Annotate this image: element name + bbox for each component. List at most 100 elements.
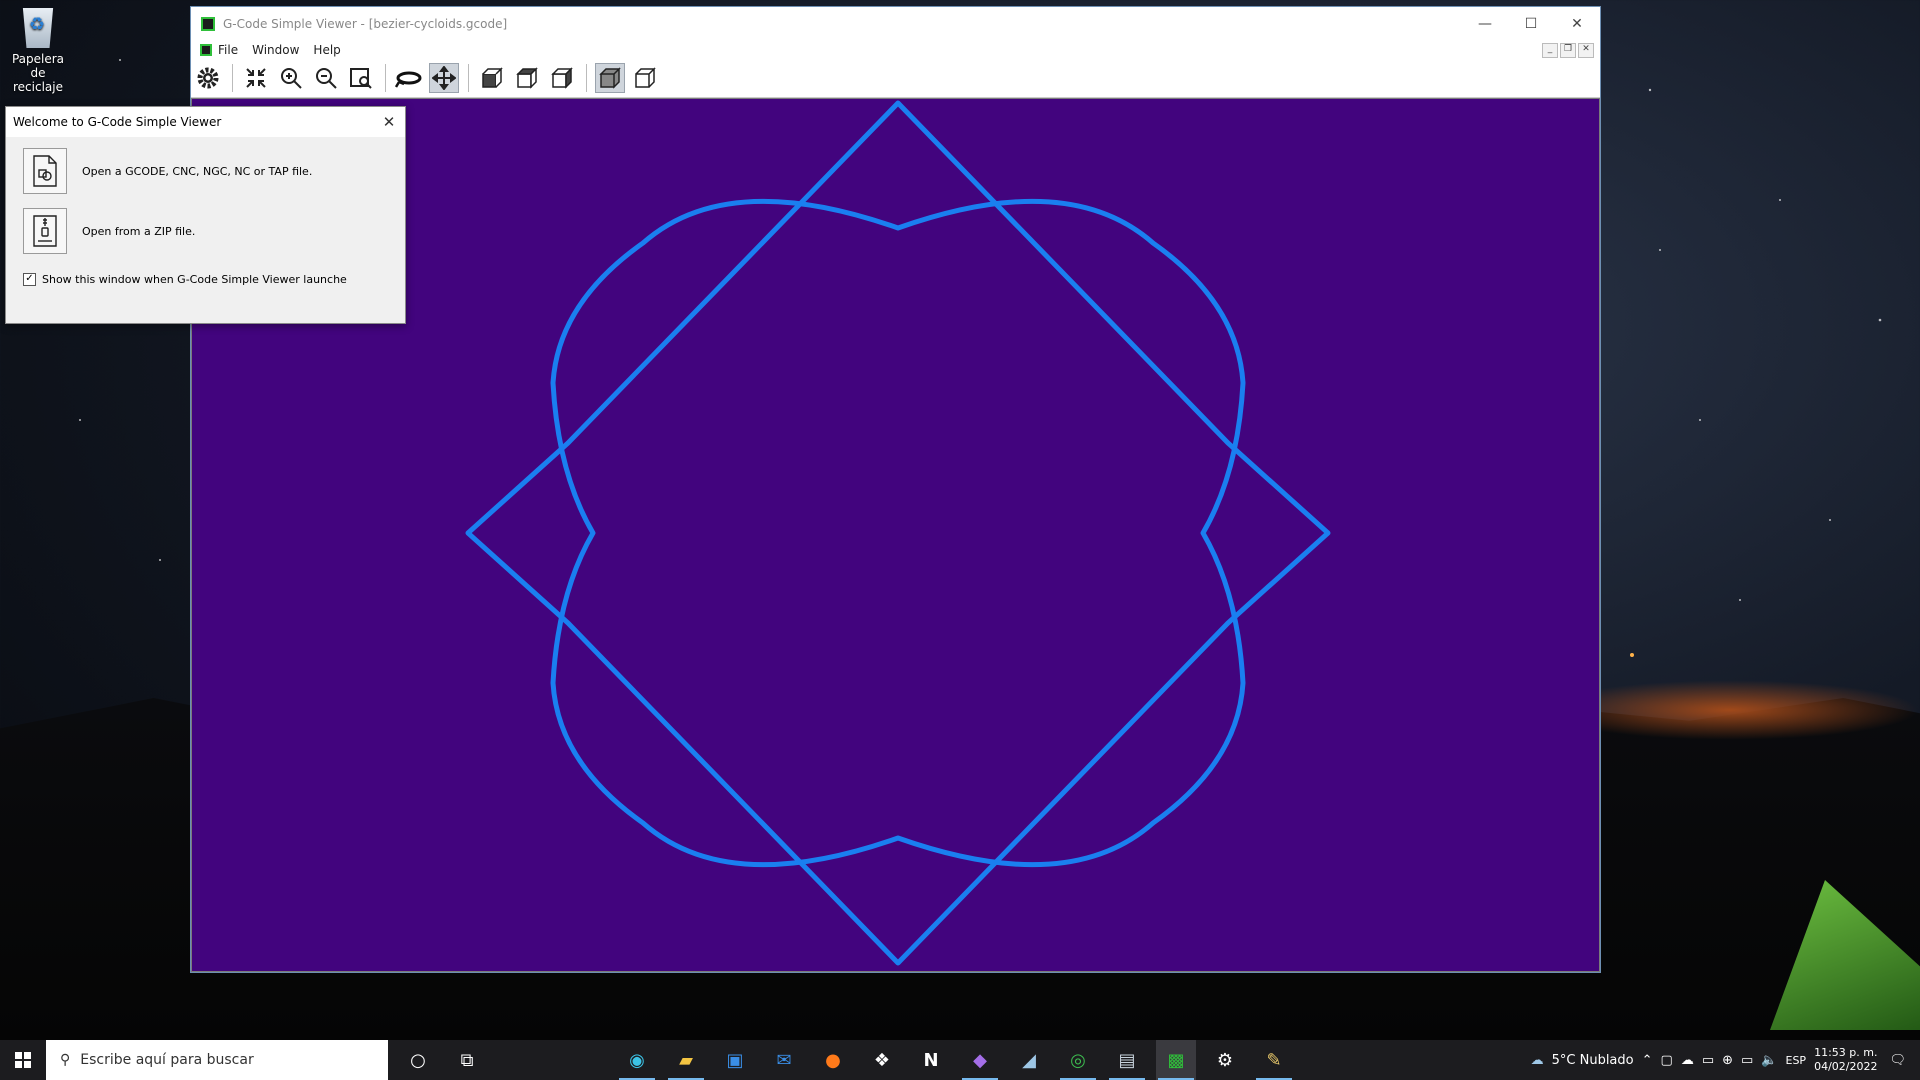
taskbar-app[interactable]: ◢ (1009, 1040, 1049, 1080)
notion-icon: N (923, 1049, 939, 1071)
edge-icon: ◉ (629, 1049, 645, 1071)
zip-file-icon (33, 215, 57, 247)
menu-bar: File Window Help _ ❐ ✕ (191, 41, 1600, 59)
task-view-icon: ⧉ (460, 1049, 474, 1071)
zoom-in-button[interactable] (276, 63, 306, 93)
front-view-button[interactable] (477, 63, 507, 93)
app-icon: ◢ (1022, 1049, 1036, 1071)
taskbar-store[interactable]: ▣ (715, 1040, 755, 1080)
zoom-extents-icon (246, 68, 266, 88)
wireframe-view-button[interactable] (630, 63, 660, 93)
rotate-button[interactable] (394, 63, 424, 93)
zoom-out-button[interactable] (311, 63, 341, 93)
taskbar-file-explorer[interactable]: ▰ (666, 1040, 706, 1080)
dialog-close-button[interactable]: ✕ (379, 112, 399, 132)
search-placeholder: Escribe aquí para buscar (80, 1052, 254, 1068)
chevron-up-icon[interactable]: ⌃ (1642, 1053, 1653, 1068)
toolbar-separator (468, 64, 469, 92)
notifications-icon[interactable]: 🗨 (1889, 1053, 1906, 1068)
taskbar-chrome[interactable]: ◎ (1058, 1040, 1098, 1080)
menu-help[interactable]: Help (313, 43, 340, 57)
top-view-button[interactable] (547, 63, 577, 93)
mdi-restore-button[interactable]: ❐ (1560, 43, 1576, 58)
onedrive-icon[interactable]: ☁ (1681, 1053, 1694, 1068)
open-zip-label[interactable]: Open from a ZIP file. (82, 225, 195, 238)
toolpath-rounded-square (550, 198, 1246, 868)
taskbar: ⚲ Escribe aquí para buscar ○ ⧉ ◉ ▰ ▣ ✉ ●… (0, 1040, 1920, 1080)
taskbar-dropbox[interactable]: ❖ (862, 1040, 902, 1080)
maximize-icon: ☐ (1524, 16, 1538, 32)
tray-app-icon[interactable]: ▢ (1661, 1053, 1673, 1068)
open-zip-row: Open from a ZIP file. (23, 205, 405, 257)
clock[interactable]: 11:53 p. m. 04/02/2022 (1814, 1046, 1877, 1074)
maximize-button[interactable]: ☐ (1508, 7, 1554, 41)
cortana-button[interactable]: ○ (398, 1040, 438, 1080)
dialog-title-bar[interactable]: Welcome to G-Code Simple Viewer ✕ (6, 107, 405, 137)
paint-icon: ✎ (1266, 1049, 1282, 1071)
pan-icon (432, 66, 456, 90)
taskbar-firefox[interactable]: ● (813, 1040, 853, 1080)
battery-icon[interactable]: ▭ (1741, 1053, 1753, 1068)
window-title: G-Code Simple Viewer - [bezier-cycloids.… (223, 17, 508, 31)
toolpath-star (465, 100, 1331, 966)
menu-file[interactable]: File (218, 43, 238, 57)
side-view-button[interactable] (512, 63, 542, 93)
side-view-icon (516, 67, 538, 89)
taskbar-visual-studio[interactable]: ◆ (960, 1040, 1000, 1080)
toolbar-separator (586, 64, 587, 92)
mdi-minimize-button[interactable]: _ (1542, 43, 1558, 58)
toolbar (191, 59, 1600, 98)
taskbar-paint[interactable]: ✎ (1254, 1040, 1294, 1080)
firefox-icon: ● (825, 1049, 841, 1071)
language-indicator[interactable]: ESP (1786, 1054, 1807, 1067)
minimize-button[interactable]: — (1462, 7, 1508, 41)
app-logo-icon (201, 17, 215, 31)
taskbar-settings[interactable]: ⚙ (1205, 1040, 1245, 1080)
rotate-icon (395, 71, 422, 88)
show-on-launch-checkbox[interactable]: ✓ (23, 273, 36, 286)
taskbar-mail[interactable]: ✉ (764, 1040, 804, 1080)
recycle-bin-icon (22, 8, 54, 48)
settings-button[interactable] (193, 63, 223, 93)
weather-icon[interactable]: ☁ (1531, 1053, 1544, 1068)
show-on-launch-label[interactable]: Show this window when G-Code Simple View… (42, 273, 347, 286)
zoom-out-icon (316, 68, 337, 89)
folder-icon: ▰ (679, 1049, 693, 1071)
menu-window[interactable]: Window (252, 43, 299, 57)
gcode-file-icon (33, 155, 57, 187)
taskbar-search-box[interactable]: ⚲ Escribe aquí para buscar (46, 1040, 388, 1080)
taskbar-gcode-viewer[interactable]: ▩ (1156, 1040, 1196, 1080)
dropbox-icon: ❖ (873, 1049, 891, 1071)
gear-icon (197, 67, 219, 89)
mdi-close-button[interactable]: ✕ (1578, 43, 1594, 58)
taskbar-image-viewer[interactable]: ▤ (1107, 1040, 1147, 1080)
store-icon: ▣ (726, 1049, 744, 1071)
taskbar-notion[interactable]: N (911, 1040, 951, 1080)
task-view-button[interactable]: ⧉ (447, 1040, 487, 1080)
open-gcode-button[interactable] (23, 148, 67, 194)
zoom-extents-button[interactable] (241, 63, 271, 93)
document-icon[interactable] (200, 44, 212, 56)
taskbar-edge[interactable]: ◉ (617, 1040, 657, 1080)
zoom-window-button[interactable] (346, 63, 376, 93)
shaded-view-icon (599, 67, 621, 89)
open-gcode-row: Open a GCODE, CNC, NGC, NC or TAP file. (23, 145, 405, 197)
desktop-recycle-bin[interactable]: Papelera de reciclaje (4, 8, 72, 94)
weather-text[interactable]: 5°C Nublado (1552, 1053, 1634, 1068)
close-button[interactable]: ✕ (1554, 7, 1600, 41)
front-view-icon (482, 67, 503, 88)
shaded-view-button[interactable] (595, 63, 625, 93)
clock-time: 11:53 p. m. (1814, 1046, 1878, 1059)
zoom-in-icon (281, 68, 302, 89)
dialog-title: Welcome to G-Code Simple Viewer (13, 115, 222, 129)
display-icon[interactable]: ▭ (1702, 1053, 1714, 1068)
title-bar[interactable]: G-Code Simple Viewer - [bezier-cycloids.… (191, 7, 1600, 41)
cortana-icon: ○ (410, 1049, 426, 1071)
volume-icon[interactable]: 🔈 (1761, 1053, 1777, 1068)
start-button[interactable] (0, 1040, 46, 1080)
network-icon[interactable]: ⊕ (1722, 1053, 1733, 1068)
pan-button[interactable] (429, 63, 459, 93)
open-zip-button[interactable] (23, 208, 67, 254)
open-gcode-label[interactable]: Open a GCODE, CNC, NGC, NC or TAP file. (82, 165, 312, 178)
checkmark-icon: ✓ (25, 273, 34, 284)
